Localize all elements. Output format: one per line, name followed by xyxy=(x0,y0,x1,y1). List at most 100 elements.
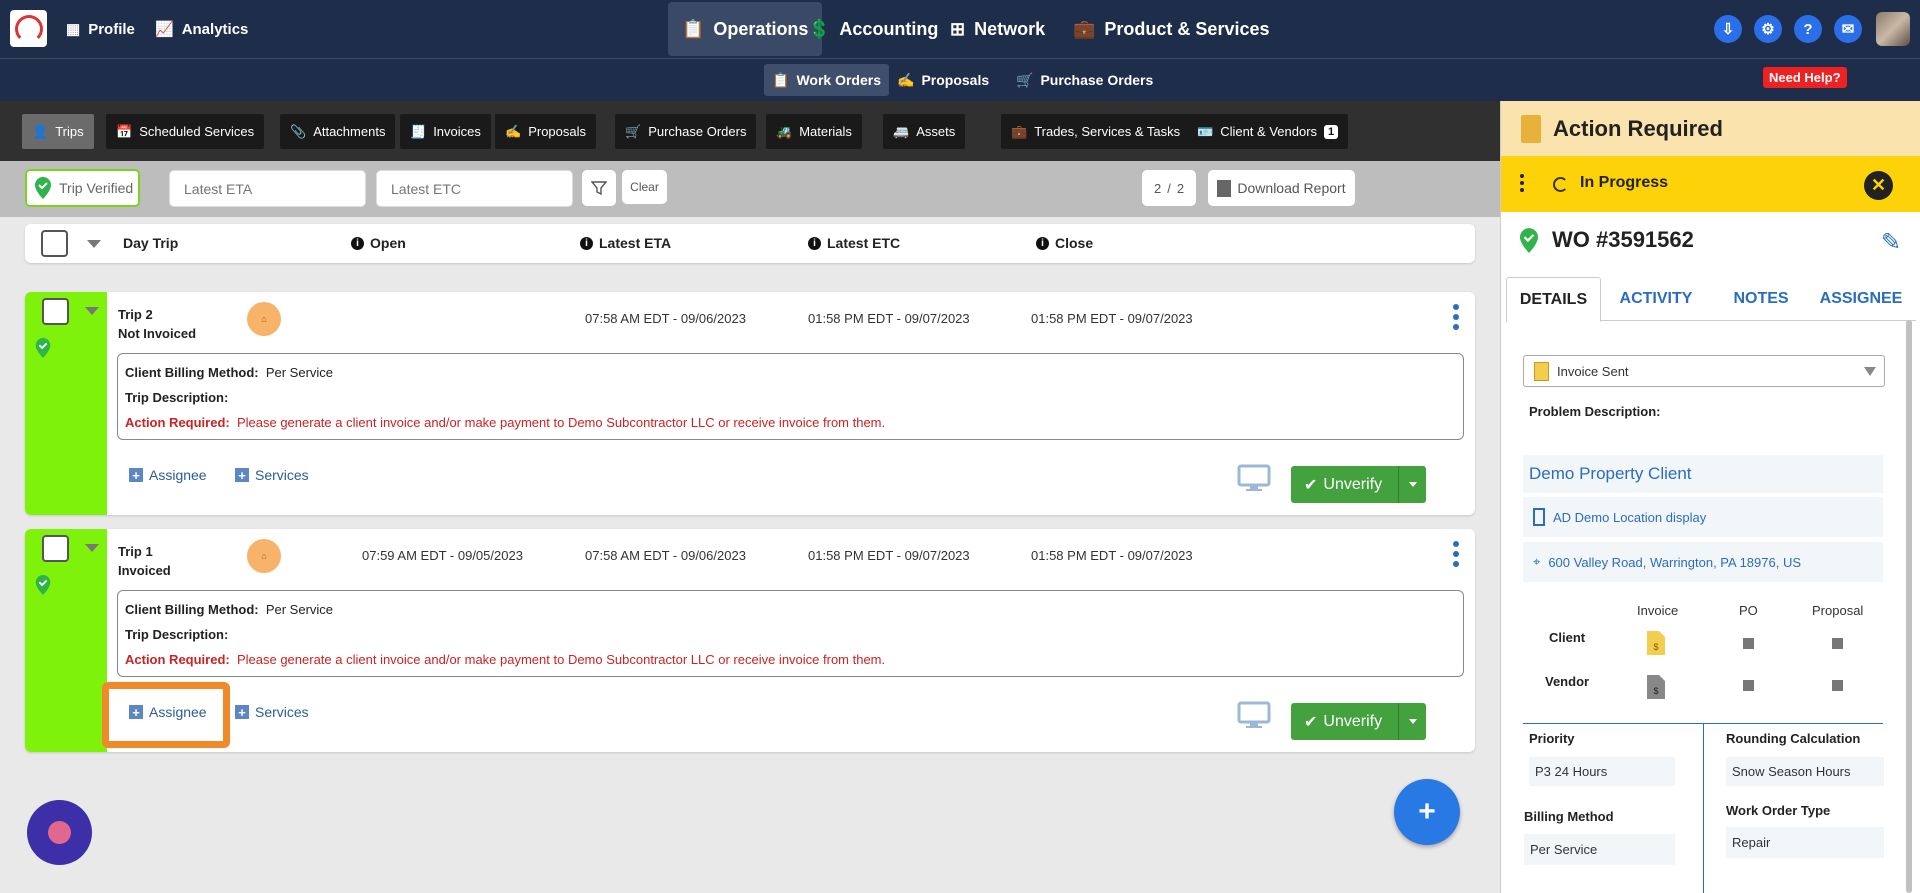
edit-pencil-icon[interactable]: ✎ xyxy=(1881,228,1901,257)
unverify-dropdown-toggle[interactable] xyxy=(1398,703,1426,740)
tab-trips[interactable]: 👤 Trips xyxy=(22,114,94,149)
invoice-icon: 🧾 xyxy=(410,123,427,139)
tab-notes[interactable]: NOTES xyxy=(1718,277,1804,321)
address-link[interactable]: ⌖ 600 Valley Road, Warrington, PA 18976,… xyxy=(1523,542,1883,582)
briefcase-icon: 💼 xyxy=(1073,18,1096,39)
nav-accounting[interactable]: 💲 Accounting xyxy=(808,0,938,58)
status-bar: In Progress ✕ xyxy=(1501,156,1920,212)
download-report-button[interactable]: Download Report xyxy=(1208,170,1355,206)
verified-strip xyxy=(25,292,107,515)
need-help-button[interactable]: Need Help? xyxy=(1763,67,1847,88)
monitor-icon[interactable] xyxy=(1237,701,1271,729)
checkmark-icon: ✔ xyxy=(1304,713,1318,731)
subnav-work-orders[interactable]: 📋 Work Orders xyxy=(764,64,889,96)
chat-icon[interactable]: ✉ xyxy=(1834,15,1862,43)
tab-proposals[interactable]: ✍ Proposals xyxy=(495,114,596,149)
unverify-button[interactable]: ✔ Unverify xyxy=(1291,703,1426,740)
add-services-button[interactable]: + Services xyxy=(235,704,309,720)
close-icon[interactable]: ✕ xyxy=(1864,171,1893,200)
client-name-link[interactable]: Demo Property Client xyxy=(1523,455,1883,493)
tab-trades[interactable]: 💼 Trades, Services & Tasks xyxy=(1001,114,1191,149)
invoice-icon xyxy=(1534,361,1549,381)
client-proposal-indicator[interactable] xyxy=(1832,638,1843,649)
tab-purchase-orders[interactable]: 🛒 Purchase Orders xyxy=(615,114,757,149)
tab-invoices[interactable]: 🧾 Invoices xyxy=(400,114,491,149)
rounding-label: Rounding Calculation xyxy=(1726,731,1861,746)
rounding-value: Snow Season Hours xyxy=(1726,757,1884,786)
chat-widget-button[interactable] xyxy=(27,800,92,865)
add-assignee-button[interactable]: + Assignee xyxy=(129,467,207,483)
svg-text:$: $ xyxy=(1653,686,1658,696)
trip-details-box: Client Billing Method: Per Service Trip … xyxy=(117,590,1464,677)
trip-table-header: Day Trip i Open i Latest ETA i Latest ETC i… xyxy=(25,224,1475,263)
unverify-button[interactable]: ✔ Unverify xyxy=(1291,466,1426,503)
more-options-icon[interactable] xyxy=(1453,541,1459,567)
billing-method-value: Per Service xyxy=(1524,834,1675,865)
proposal-icon: ✍ xyxy=(505,123,522,139)
monitor-icon[interactable] xyxy=(1237,464,1271,492)
help-icon[interactable]: ? xyxy=(1794,15,1822,43)
nav-profile[interactable]: ▦ Profile xyxy=(66,0,135,58)
nav-operations[interactable]: 📋 Operations xyxy=(668,2,823,56)
add-services-button[interactable]: + Services xyxy=(235,467,309,483)
avatar[interactable] xyxy=(1876,12,1910,46)
gear-icon[interactable]: ⚙ xyxy=(1754,15,1782,43)
trip-verified-filter[interactable]: Trip Verified xyxy=(25,169,140,207)
vendor-po-indicator[interactable] xyxy=(1743,680,1754,691)
latest-etc-input[interactable] xyxy=(376,170,573,207)
subnav-proposals[interactable]: ✍ Proposals xyxy=(889,64,997,96)
trip-card: Trip 2 Not Invoiced ⌂ 07:58 AM EDT - 09/… xyxy=(25,292,1475,515)
trip-title[interactable]: Trip 1 Invoiced xyxy=(118,542,171,580)
tab-assignee[interactable]: ASSIGNEE xyxy=(1809,277,1913,321)
select-all-checkbox[interactable] xyxy=(41,230,68,257)
tab-assets[interactable]: 🚐 Assets xyxy=(883,114,966,149)
unverify-dropdown-toggle[interactable] xyxy=(1398,466,1426,503)
vendor-proposal-indicator[interactable] xyxy=(1832,680,1843,691)
tab-client-vendors[interactable]: 🪪 Client & Vendors 1 xyxy=(1187,114,1349,149)
chevron-down-icon[interactable] xyxy=(85,544,99,552)
tab-attachments[interactable]: 📎 Attachments xyxy=(280,114,396,149)
tab-materials[interactable]: 🚜 Materials xyxy=(766,114,862,149)
clear-button[interactable]: Clear xyxy=(622,170,667,204)
col-latest-eta: i Latest ETA xyxy=(580,235,671,251)
nav-analytics[interactable]: 📈 Analytics xyxy=(155,0,248,58)
panel-scrollbar[interactable] xyxy=(1906,320,1912,893)
vendor-logo: ⌂ xyxy=(247,302,281,336)
checkmark-icon: ✔ xyxy=(1304,476,1318,494)
trip-eta: 07:58 AM EDT - 09/06/2023 xyxy=(585,548,746,563)
clipboard-icon: 📋 xyxy=(772,71,790,88)
tab-scheduled-services[interactable]: 📅 Scheduled Services xyxy=(106,114,265,149)
client-invoice-file-icon[interactable]: $ xyxy=(1647,631,1665,655)
nav-product-services[interactable]: 💼 Product & Services xyxy=(1073,0,1270,58)
tab-details[interactable]: DETAILS xyxy=(1506,277,1601,322)
matrix-row-client: Client xyxy=(1549,630,1586,645)
trip-checkbox[interactable] xyxy=(42,535,69,562)
subnav-purchase-orders[interactable]: 🛒 Purchase Orders xyxy=(1008,64,1161,96)
client-po-indicator[interactable] xyxy=(1743,638,1754,649)
chevron-down-icon[interactable] xyxy=(87,240,101,248)
chart-line-icon: 📈 xyxy=(155,21,174,38)
company-logo[interactable] xyxy=(10,10,47,47)
vendor-invoice-file-icon[interactable]: $ xyxy=(1647,675,1665,699)
nav-network[interactable]: ⊞ Network xyxy=(950,0,1045,58)
more-options-icon[interactable] xyxy=(1453,304,1459,330)
filter-funnel-button[interactable] xyxy=(582,170,616,206)
paperclip-icon: 📎 xyxy=(290,123,307,139)
add-fab-button[interactable]: + xyxy=(1394,779,1460,845)
tab-activity[interactable]: ACTIVITY xyxy=(1606,277,1706,321)
info-icon: i xyxy=(808,236,821,250)
invoice-status-select[interactable]: Invoice Sent xyxy=(1523,355,1885,387)
asset-icon: 🚐 xyxy=(893,123,910,139)
download-icon[interactable]: ⇩ xyxy=(1714,15,1742,43)
verified-strip xyxy=(25,529,107,752)
spinner-icon xyxy=(1553,177,1568,192)
problem-description-label: Problem Description: xyxy=(1529,404,1661,419)
matrix-col-invoice: Invoice xyxy=(1637,603,1679,618)
chevron-down-icon[interactable] xyxy=(85,307,99,315)
document-icon xyxy=(1521,114,1541,143)
location-link[interactable]: AD Demo Location display xyxy=(1523,497,1883,537)
trip-checkbox[interactable] xyxy=(42,298,69,325)
latest-eta-input[interactable] xyxy=(169,170,366,207)
more-options-icon[interactable] xyxy=(1520,174,1524,192)
trip-title[interactable]: Trip 2 Not Invoiced xyxy=(118,305,196,343)
